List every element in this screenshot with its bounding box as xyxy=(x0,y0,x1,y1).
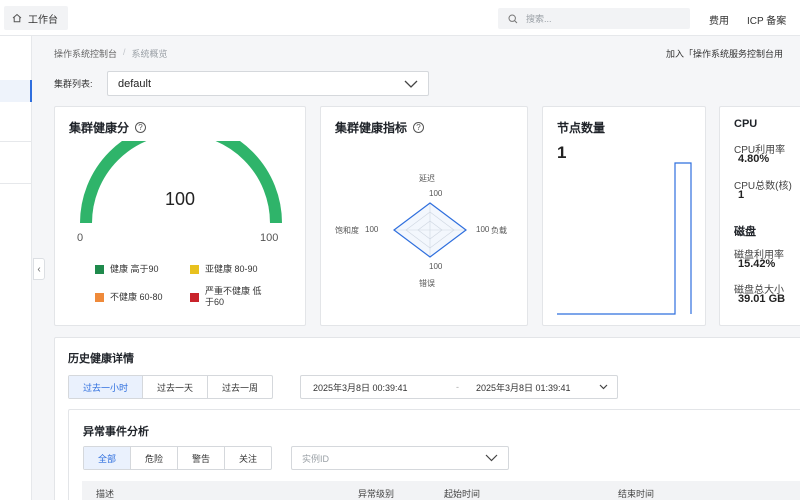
search-input[interactable]: 搜索... xyxy=(498,8,690,29)
help-icon[interactable]: ? xyxy=(135,122,147,133)
legend-healthy: 健康 高于90 xyxy=(95,264,159,275)
filter-danger-button[interactable]: 危险 xyxy=(131,447,179,469)
legend-unhealthy: 不健康 60-80 xyxy=(95,292,163,303)
chevron-down-icon xyxy=(404,80,418,88)
breadcrumb-separator: / xyxy=(123,47,126,57)
top-bar: 工作台 搜索... 费用 ICP 备案 xyxy=(0,0,800,36)
column-end-time[interactable]: 结束时间 xyxy=(618,487,654,500)
column-severity[interactable]: 异常级别 xyxy=(358,487,394,500)
chevron-down-icon xyxy=(599,384,608,390)
cluster-selected-value: default xyxy=(118,77,152,90)
workbench-button[interactable]: 工作台 xyxy=(4,6,68,30)
legend-label: 健康 高于90 xyxy=(110,264,159,274)
date-end: 2025年3月8日 01:39:41 xyxy=(476,382,571,393)
health-radar-chart xyxy=(393,202,467,258)
time-range-tabs: 过去一小时 过去一天 过去一周 xyxy=(68,375,274,399)
filter-all-button[interactable]: 全部 xyxy=(84,447,132,469)
legend-swatch xyxy=(95,265,104,274)
cluster-list-label: 集群列表: xyxy=(54,79,93,89)
health-score-value: 100 xyxy=(164,189,196,209)
anomaly-table-header: 描述 异常级别 起始时间 结束时间 xyxy=(82,481,800,500)
disk-total-value: 39.01 GB xyxy=(738,293,786,305)
anomaly-title: 异常事件分析 xyxy=(83,426,149,438)
date-start: 2025年3月8日 00:39:41 xyxy=(313,382,408,393)
severity-filter-tabs: 全部 危险 警告 关注 xyxy=(83,446,273,470)
node-count-line xyxy=(557,162,692,315)
gauge-min-label: 0 xyxy=(77,232,84,244)
history-title: 历史健康详情 xyxy=(68,353,134,365)
breadcrumb-root[interactable]: 操作系统控制台 xyxy=(54,47,117,60)
node-count-sparkline xyxy=(557,162,692,315)
breadcrumb: 操作系统控制台 / 系统概览 xyxy=(54,47,168,60)
cpu-title: CPU xyxy=(734,118,758,130)
radar-axis-label-load: 负载 xyxy=(491,226,507,235)
gauge-max-label: 100 xyxy=(260,232,279,244)
legend-label: 严重不健康 低于60 xyxy=(205,286,262,307)
chevron-left-icon: ‹ xyxy=(37,263,41,275)
radar-axis-label-latency: 延迟 xyxy=(419,174,435,183)
radar-axis-label-saturation: 饱和度 xyxy=(335,226,359,235)
filter-attention-button[interactable]: 关注 xyxy=(225,447,271,469)
filter-warning-button[interactable]: 警告 xyxy=(178,447,226,469)
join-service-link[interactable]: 加入「操作系统服务控制台用 xyxy=(666,47,783,60)
date-range-picker[interactable]: 2025年3月8日 00:39:41 - 2025年3月8日 01:39:41 xyxy=(300,375,618,399)
nav-divider xyxy=(0,141,32,142)
range-1h-button[interactable]: 过去一小时 xyxy=(69,376,144,398)
instance-id-select[interactable]: 实例ID xyxy=(291,446,509,470)
search-placeholder: 搜索... xyxy=(526,14,552,24)
left-nav xyxy=(0,36,32,500)
node-count-title: 节点数量 xyxy=(557,121,606,135)
home-icon xyxy=(12,13,22,23)
radar-value-load: 100 xyxy=(476,225,490,234)
nav-item-active[interactable] xyxy=(0,80,32,102)
cluster-select[interactable]: default xyxy=(107,71,429,96)
gauge-fill xyxy=(80,141,282,224)
cpu-usage-value: 4.80% xyxy=(738,153,770,165)
range-1w-button[interactable]: 过去一周 xyxy=(208,376,272,398)
node-count-card: 节点数量 1 xyxy=(542,106,706,326)
chevron-down-icon xyxy=(485,454,498,462)
cpu-count-value: 1 xyxy=(738,189,745,201)
workbench-label: 工作台 xyxy=(28,14,58,26)
search-icon xyxy=(508,13,518,23)
radar-value-latency: 100 xyxy=(429,189,443,198)
legend-swatch xyxy=(190,265,199,274)
radar-value-saturation: 100 xyxy=(365,225,379,234)
legend-label: 不健康 60-80 xyxy=(110,292,163,302)
resources-card: CPU CPU利用率 4.80% CPU总数(核) 1 磁盘 磁盘利用率 15.… xyxy=(719,106,800,326)
radar-series xyxy=(393,202,467,258)
legend-label: 亚健康 80-90 xyxy=(205,264,258,274)
health-score-title: 集群健康分 ? xyxy=(69,119,147,136)
icp-filing-link[interactable]: ICP 备案 xyxy=(747,12,786,27)
legend-critical: 严重不健康 低于60 xyxy=(190,286,270,308)
collapse-sidebar-button[interactable]: ‹ xyxy=(33,258,45,280)
column-start-time[interactable]: 起始时间 xyxy=(444,487,480,500)
date-separator: - xyxy=(456,382,459,392)
radar-value-error: 100 xyxy=(429,262,443,271)
legend-swatch xyxy=(190,293,199,302)
range-1d-button[interactable]: 过去一天 xyxy=(143,376,209,398)
instance-id-placeholder: 实例ID xyxy=(302,453,330,464)
billing-link[interactable]: 费用 xyxy=(709,12,729,27)
health-score-card: 集群健康分 ? 100 0 100 健康 高于90 亚健康 80-90 不健康 … xyxy=(54,106,306,326)
disk-title: 磁盘 xyxy=(734,226,756,238)
disk-usage-value: 15.42% xyxy=(738,258,776,270)
radar-axis-label-error: 错误 xyxy=(419,279,435,288)
nav-divider xyxy=(0,183,32,184)
health-score-title-text: 集群健康分 xyxy=(69,121,130,135)
column-description[interactable]: 描述 xyxy=(96,487,114,500)
legend-subhealthy: 亚健康 80-90 xyxy=(190,264,258,275)
health-metrics-card: 集群健康指标 ? 延迟 100 100 负载 100 错误 饱和度 100 xyxy=(320,106,528,326)
health-gauge xyxy=(80,141,282,224)
breadcrumb-current: 系统概览 xyxy=(131,49,168,59)
legend-swatch xyxy=(95,293,104,302)
